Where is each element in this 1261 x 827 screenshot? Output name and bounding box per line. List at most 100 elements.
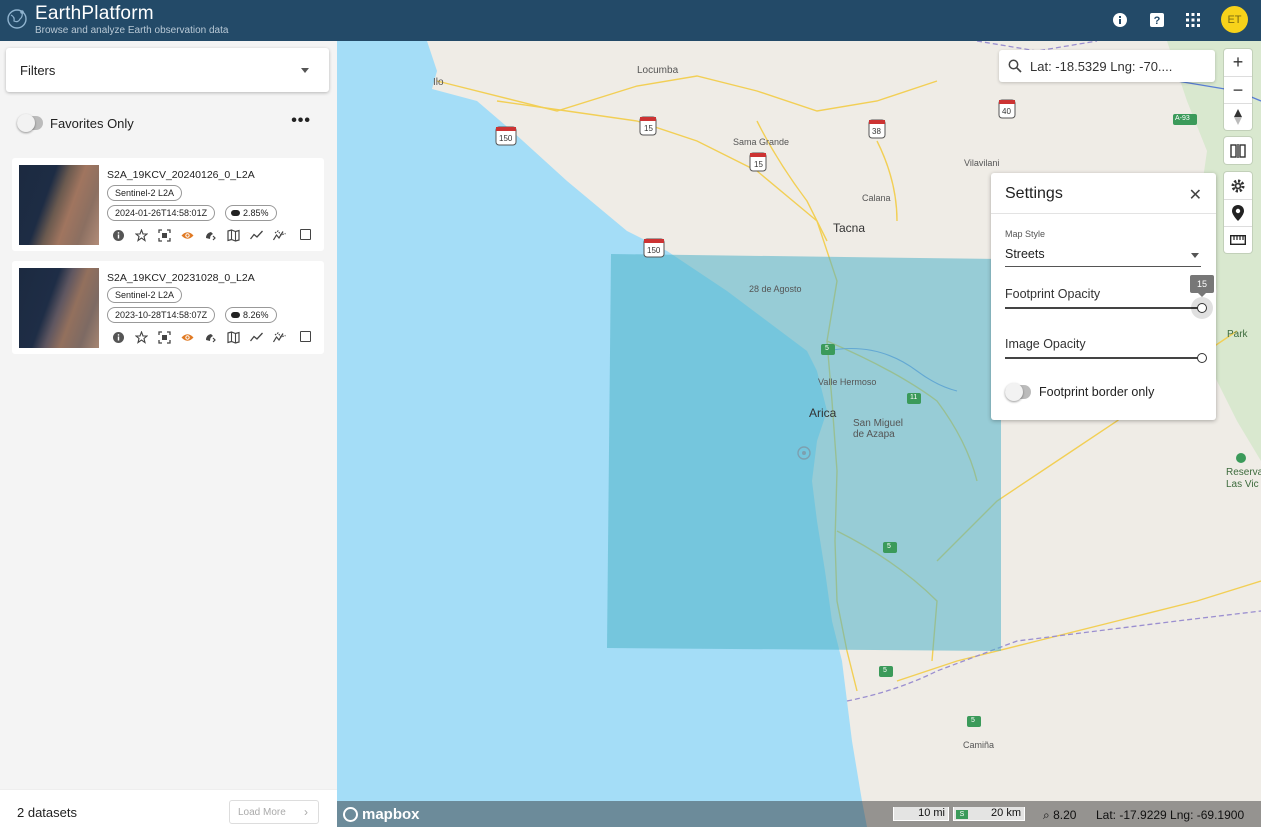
info-icon[interactable] [112,228,135,242]
place-reserva: Reserva N Las Vic [1226,467,1261,490]
route-shield-a93-label: A-93 [1175,115,1190,122]
map-search-input[interactable]: Lat: -18.5329 Lng: -70.... [999,50,1215,82]
gear-icon [1231,179,1245,192]
dataset-card[interactable]: S2A_19KCV_20240126_0_L2A Sentinel-2 L2A … [12,158,324,251]
place-tacna: Tacna [833,221,866,235]
load-more-button[interactable]: Load More › [229,800,319,824]
chevron-right-icon: › [304,805,308,819]
help-icon[interactable]: ? [1147,10,1167,30]
cloud-icon [231,210,240,216]
visibility-eye-icon[interactable] [181,330,204,344]
map-icon[interactable] [227,330,250,344]
footprint-border-toggle[interactable] [1005,383,1031,401]
footprint-opacity-tooltip: 15 [1190,275,1214,297]
chevron-down-icon [301,68,309,73]
split-view-control [1224,137,1252,164]
sidebar: Filters Favorites Only ••• S2A_19KCV_202… [0,41,337,827]
zoom-out-button[interactable]: − [1224,76,1252,103]
route-shield-40-label: 40 [1002,107,1011,116]
app-subtitle: Browse and analyze Earth observation dat… [35,25,229,36]
map-status-bar: mapbox 10 mi 20 km S ⌕ 8.20 Lat: -17.922… [337,801,1261,827]
image-opacity-slider[interactable] [1005,353,1207,363]
user-avatar[interactable]: ET [1221,6,1248,33]
footprint-opacity-label: Footprint Opacity [1005,287,1101,301]
dataset-thumbnail[interactable] [19,268,99,348]
route-shield-5-b-label: 5 [887,543,891,550]
info-icon[interactable] [112,330,135,344]
dataset-actions [112,228,296,242]
chevron-down-icon [1191,253,1199,258]
favorites-label: Favorites Only [50,115,134,131]
split-view-button[interactable] [1224,137,1252,164]
location-pin-button[interactable] [1224,199,1252,226]
search-icon [1008,59,1022,73]
footprint-opacity-knob[interactable] [1197,303,1207,313]
compare-chart-icon[interactable] [273,228,296,242]
satellite-icon[interactable] [204,330,227,344]
settings-divider [991,213,1216,214]
app-header: EarthPlatform Browse and analyze Earth o… [0,0,1261,41]
visibility-eye-icon[interactable] [181,228,204,242]
map-icon[interactable] [227,228,250,242]
zoom-controls: + − [1224,49,1252,130]
place-san-miguel-de-azapa: San Miguel de Azapa [853,418,904,440]
more-options-icon[interactable]: ••• [291,113,311,129]
tool-controls [1224,172,1252,253]
cloud-cover-value: 2.85% [243,208,269,218]
zoom-in-button[interactable]: + [1224,49,1252,76]
dataset-name: S2A_19KCV_20240126_0_L2A [107,169,255,181]
dataset-actions [112,330,296,344]
dataset-thumbnail[interactable] [19,165,99,245]
dataset-card[interactable]: S2A_19KCV_20231028_0_L2A Sentinel-2 L2A … [12,261,324,354]
map-view[interactable]: 150 15 15 38 40 150 A-93 5 11 5 5 5 Ilo … [337,41,1261,827]
footprint-opacity-slider[interactable]: 15 [1005,275,1214,319]
mapbox-logo[interactable]: mapbox [343,806,420,823]
map-style-select[interactable]: Streets [1005,247,1201,267]
route-shield-5-a-label: 5 [825,345,829,352]
map-style-value: Streets [1005,247,1045,261]
place-sama-grande: Sama Grande [733,137,790,147]
apps-grid-icon[interactable] [1183,10,1203,30]
zoom-icon: ⌕ [1043,808,1050,822]
compare-chart-icon[interactable] [273,330,296,344]
settings-panel: Settings ✕ Map Style Streets Footprint O… [991,173,1216,420]
compass-button[interactable] [1224,103,1252,130]
satellite-icon[interactable] [204,228,227,242]
map-style-label: Map Style [1005,229,1046,239]
zoom-to-extent-icon[interactable] [158,330,181,344]
scale-bar-mi: 10 mi [893,807,949,821]
settings-title: Settings [1005,185,1063,202]
settings-button[interactable] [1224,172,1252,199]
timeseries-icon[interactable] [250,330,273,344]
location-pin-icon [1232,205,1244,221]
star-icon[interactable] [135,228,158,242]
cursor-coordinates: Lat: -17.9229 Lng: -69.1900 [1096,808,1245,822]
image-opacity-label: Image Opacity [1005,337,1086,351]
map-canvas[interactable] [337,41,1261,827]
timeseries-icon[interactable] [250,228,273,242]
image-opacity-knob[interactable] [1197,353,1207,363]
sidebar-footer: 2 datasets Load More › [0,789,337,827]
place-calana: Calana [862,193,891,203]
select-checkbox[interactable] [300,229,311,240]
route-shield-5-d-label: 5 [971,717,975,724]
place-arica: Arica [809,406,837,420]
measure-button[interactable] [1224,226,1252,253]
reserve-marker-icon [1236,453,1246,463]
dataset-count: 2 datasets [17,805,77,820]
star-icon[interactable] [135,330,158,344]
scale-bar-marker: S [956,810,968,819]
compass-icon [1234,109,1242,125]
map-search-value: Lat: -18.5329 Lng: -70.... [1030,58,1173,74]
close-icon[interactable]: ✕ [1189,185,1202,205]
zoom-to-extent-icon[interactable] [158,228,181,242]
favorites-row: Favorites Only ••• [17,113,317,132]
favorites-toggle[interactable] [17,114,43,132]
filters-dropdown[interactable]: Filters [6,48,329,92]
info-icon[interactable] [1110,10,1130,30]
svg-text:?: ? [1154,15,1161,27]
select-checkbox[interactable] [300,331,311,342]
earth-platform-logo-icon[interactable] [6,6,28,32]
cloud-cover-chip: 8.26% [225,307,277,323]
place-locumba: Locumba [637,65,679,76]
